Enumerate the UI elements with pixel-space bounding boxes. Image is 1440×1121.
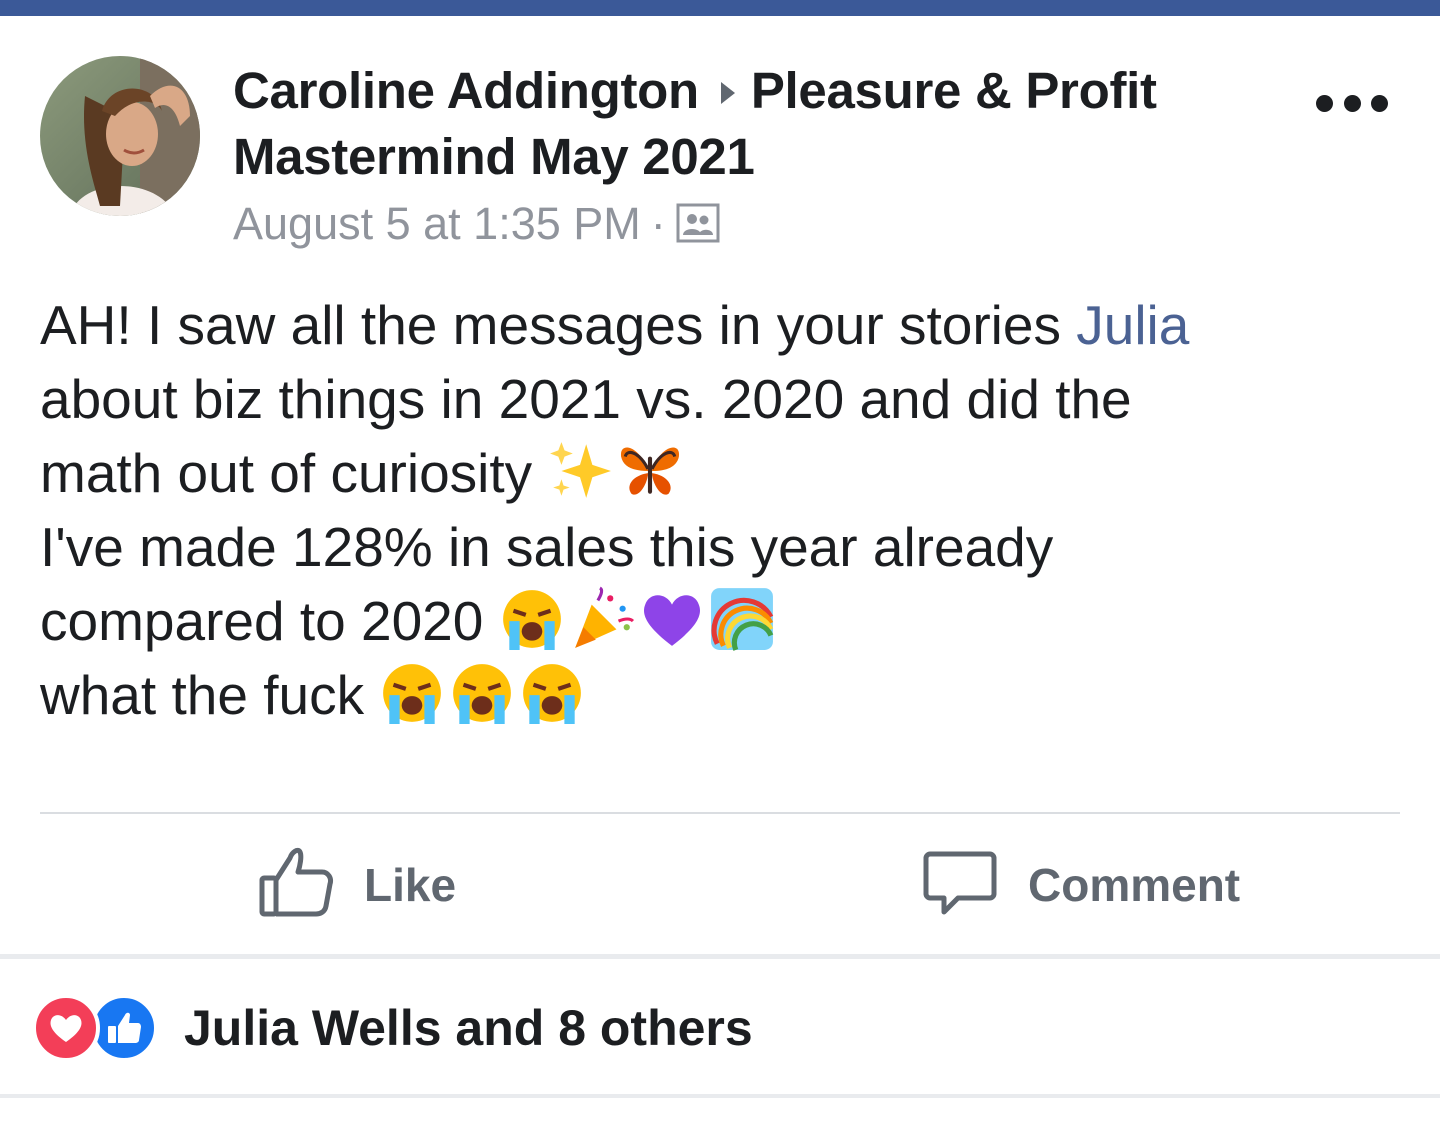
comment-button[interactable]: Comment (920, 842, 1240, 927)
divider (0, 1094, 1440, 1098)
top-bar (0, 0, 1440, 16)
caret-right-icon (720, 82, 735, 104)
reaction-icons (32, 994, 162, 1062)
rainbow-icon (709, 586, 775, 652)
post-line-1: AH! I saw all the messages in your stori… (40, 288, 1410, 362)
butterfly-icon (617, 438, 683, 504)
meta-separator: · (650, 198, 666, 249)
post-title: Caroline Addington Pleasure & Profit (233, 58, 1253, 124)
reactions-summary[interactable]: Julia Wells and 8 others (32, 994, 753, 1062)
like-reaction-icon (90, 994, 158, 1062)
post-text-segment: AH! I saw all the messages in your stori… (40, 294, 1077, 356)
author-avatar[interactable] (40, 56, 200, 216)
like-label: Like (364, 858, 457, 911)
post-text-segment: what the fuck (40, 664, 365, 726)
loudly-crying-face-icon (519, 660, 585, 726)
divider (0, 954, 1440, 959)
purple-heart-icon (639, 586, 705, 652)
post-line-3: math out of curiosity (40, 436, 1410, 510)
love-reaction-icon (32, 994, 100, 1062)
sparkles-icon (547, 438, 613, 504)
post-text-segment: compared to 2020 (40, 590, 484, 652)
comment-label: Comment (1028, 858, 1241, 911)
loudly-crying-face-icon (449, 660, 515, 726)
post-line-6: what the fuck (40, 658, 1410, 732)
comment-bubble-icon (920, 842, 1000, 927)
like-button[interactable]: Like (256, 842, 456, 927)
group-members-icon (676, 200, 720, 256)
post-timestamp[interactable]: August 5 at 1:35 PM (233, 198, 641, 249)
author-name[interactable]: Caroline Addington (233, 62, 699, 119)
group-name-line2[interactable]: Mastermind May 2021 (233, 124, 1253, 190)
divider (40, 812, 1400, 814)
post-line-4: I've made 128% in sales this year alread… (40, 516, 1054, 578)
loudly-crying-face-icon (499, 586, 565, 652)
loudly-crying-face-icon (379, 660, 445, 726)
more-dot-1 (1316, 94, 1333, 112)
more-dot-2 (1343, 94, 1361, 112)
more-options-button[interactable] (1316, 88, 1388, 118)
mention-link[interactable]: Julia (1076, 294, 1189, 356)
post-meta: August 5 at 1:35 PM · (233, 196, 1253, 256)
post-body: AH! I saw all the messages in your stori… (40, 288, 1410, 732)
thumbs-up-icon (256, 842, 336, 927)
post-line-5: compared to 2020 (40, 584, 1410, 658)
reactions-summary-text: Julia Wells and 8 others (184, 1000, 753, 1056)
more-dot-3 (1371, 94, 1388, 112)
post-line-2: about biz things in 2021 vs. 2020 and di… (40, 368, 1132, 430)
group-name[interactable]: Pleasure & Profit (751, 62, 1157, 119)
party-popper-icon (569, 586, 635, 652)
post-header: Caroline Addington Pleasure & Profit Mast… (233, 58, 1253, 256)
post-text-segment: math out of curiosity (40, 442, 533, 504)
